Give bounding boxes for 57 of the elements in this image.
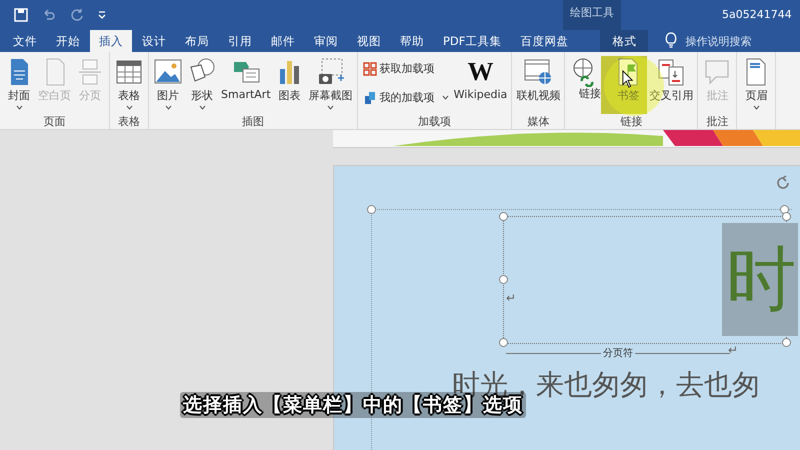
- ribbon-tab[interactable]: 百度网盘: [511, 30, 578, 52]
- video-globe-icon: [523, 57, 554, 87]
- ribbon-group-label: 批注: [706, 114, 728, 129]
- ribbon-group-label: 加载项: [418, 114, 451, 129]
- lightbulb-icon: [665, 32, 678, 48]
- title-character: 时: [722, 223, 798, 336]
- ribbon-group-label: 表格: [118, 114, 140, 129]
- ribbon-button[interactable]: 交叉引用: [647, 56, 696, 114]
- ribbon-tab[interactable]: 审阅: [305, 30, 347, 52]
- ribbon-group-label: 插图: [242, 114, 264, 129]
- resize-handle[interactable]: [499, 275, 508, 284]
- ribbon-button[interactable]: 屏幕截图: [306, 56, 355, 114]
- paragraph-mark: ↵: [506, 291, 516, 305]
- ribbon-button[interactable]: 联机视频: [514, 56, 562, 114]
- ribbon-button[interactable]: 封面: [2, 56, 36, 114]
- window-title: 5a05241744: [722, 8, 792, 21]
- mouse-pointer-icon: [622, 70, 634, 89]
- ribbon-tab[interactable]: 插入: [90, 30, 132, 52]
- ribbon-button[interactable]: 形状: [185, 56, 219, 114]
- tell-me-search-field[interactable]: 操作说明搜索: [683, 30, 788, 52]
- ribbon-button[interactable]: 图片: [151, 56, 185, 114]
- customize-caret-icon[interactable]: [98, 10, 106, 20]
- redo-icon[interactable]: [70, 8, 84, 22]
- ribbon-tab[interactable]: 帮助: [391, 30, 433, 52]
- page-break-label: 分页符: [602, 347, 634, 360]
- ribbon-tab[interactable]: 布局: [176, 30, 218, 52]
- ribbon-small-button[interactable]: 获取加载项: [360, 59, 452, 78]
- rotate-handle-icon[interactable]: [774, 174, 792, 192]
- save-icon[interactable]: [14, 8, 28, 22]
- resize-handle[interactable]: [367, 205, 376, 214]
- ribbon-button[interactable]: 页眉: [739, 56, 774, 114]
- ribbon-group-label: 页面: [44, 114, 66, 129]
- ribbon-tab[interactable]: 文件: [4, 30, 46, 52]
- ribbon-button[interactable]: SmartArt: [219, 56, 273, 114]
- ribbon-tab[interactable]: 邮件: [262, 30, 304, 52]
- ribbon-tab[interactable]: 视图: [348, 30, 390, 52]
- ribbon-button[interactable]: 图表: [272, 56, 307, 114]
- ribbon-tab[interactable]: 格式: [600, 30, 648, 52]
- ribbon-tab[interactable]: 引用: [219, 30, 261, 52]
- contextual-tab-group-label: 绘图工具: [569, 5, 615, 20]
- ribbon-button[interactable]: W Wikipedia: [452, 56, 510, 114]
- resize-handle[interactable]: [499, 212, 508, 221]
- add-in-icon: [362, 90, 377, 104]
- ribbon-group-label: 媒体: [527, 114, 550, 129]
- cross-reference-icon: [656, 57, 686, 87]
- paragraph-mark: ↵: [728, 343, 738, 357]
- ribbon-tab[interactable]: PDF工具集: [434, 30, 510, 52]
- ribbon-button[interactable]: 表格: [112, 56, 146, 114]
- undo-icon[interactable]: [42, 8, 56, 22]
- ribbon-small-button[interactable]: 我的加载项: [360, 88, 452, 107]
- ribbon-group-label: 链接: [620, 114, 642, 129]
- ribbon-tab[interactable]: 开始: [47, 30, 89, 52]
- ribbon-button[interactable]: 链接: [567, 56, 602, 114]
- ribbon-tab[interactable]: 设计: [133, 30, 175, 52]
- resize-handle[interactable]: [499, 338, 508, 347]
- grid-icon: [362, 62, 377, 76]
- resize-handle[interactable]: [782, 338, 791, 347]
